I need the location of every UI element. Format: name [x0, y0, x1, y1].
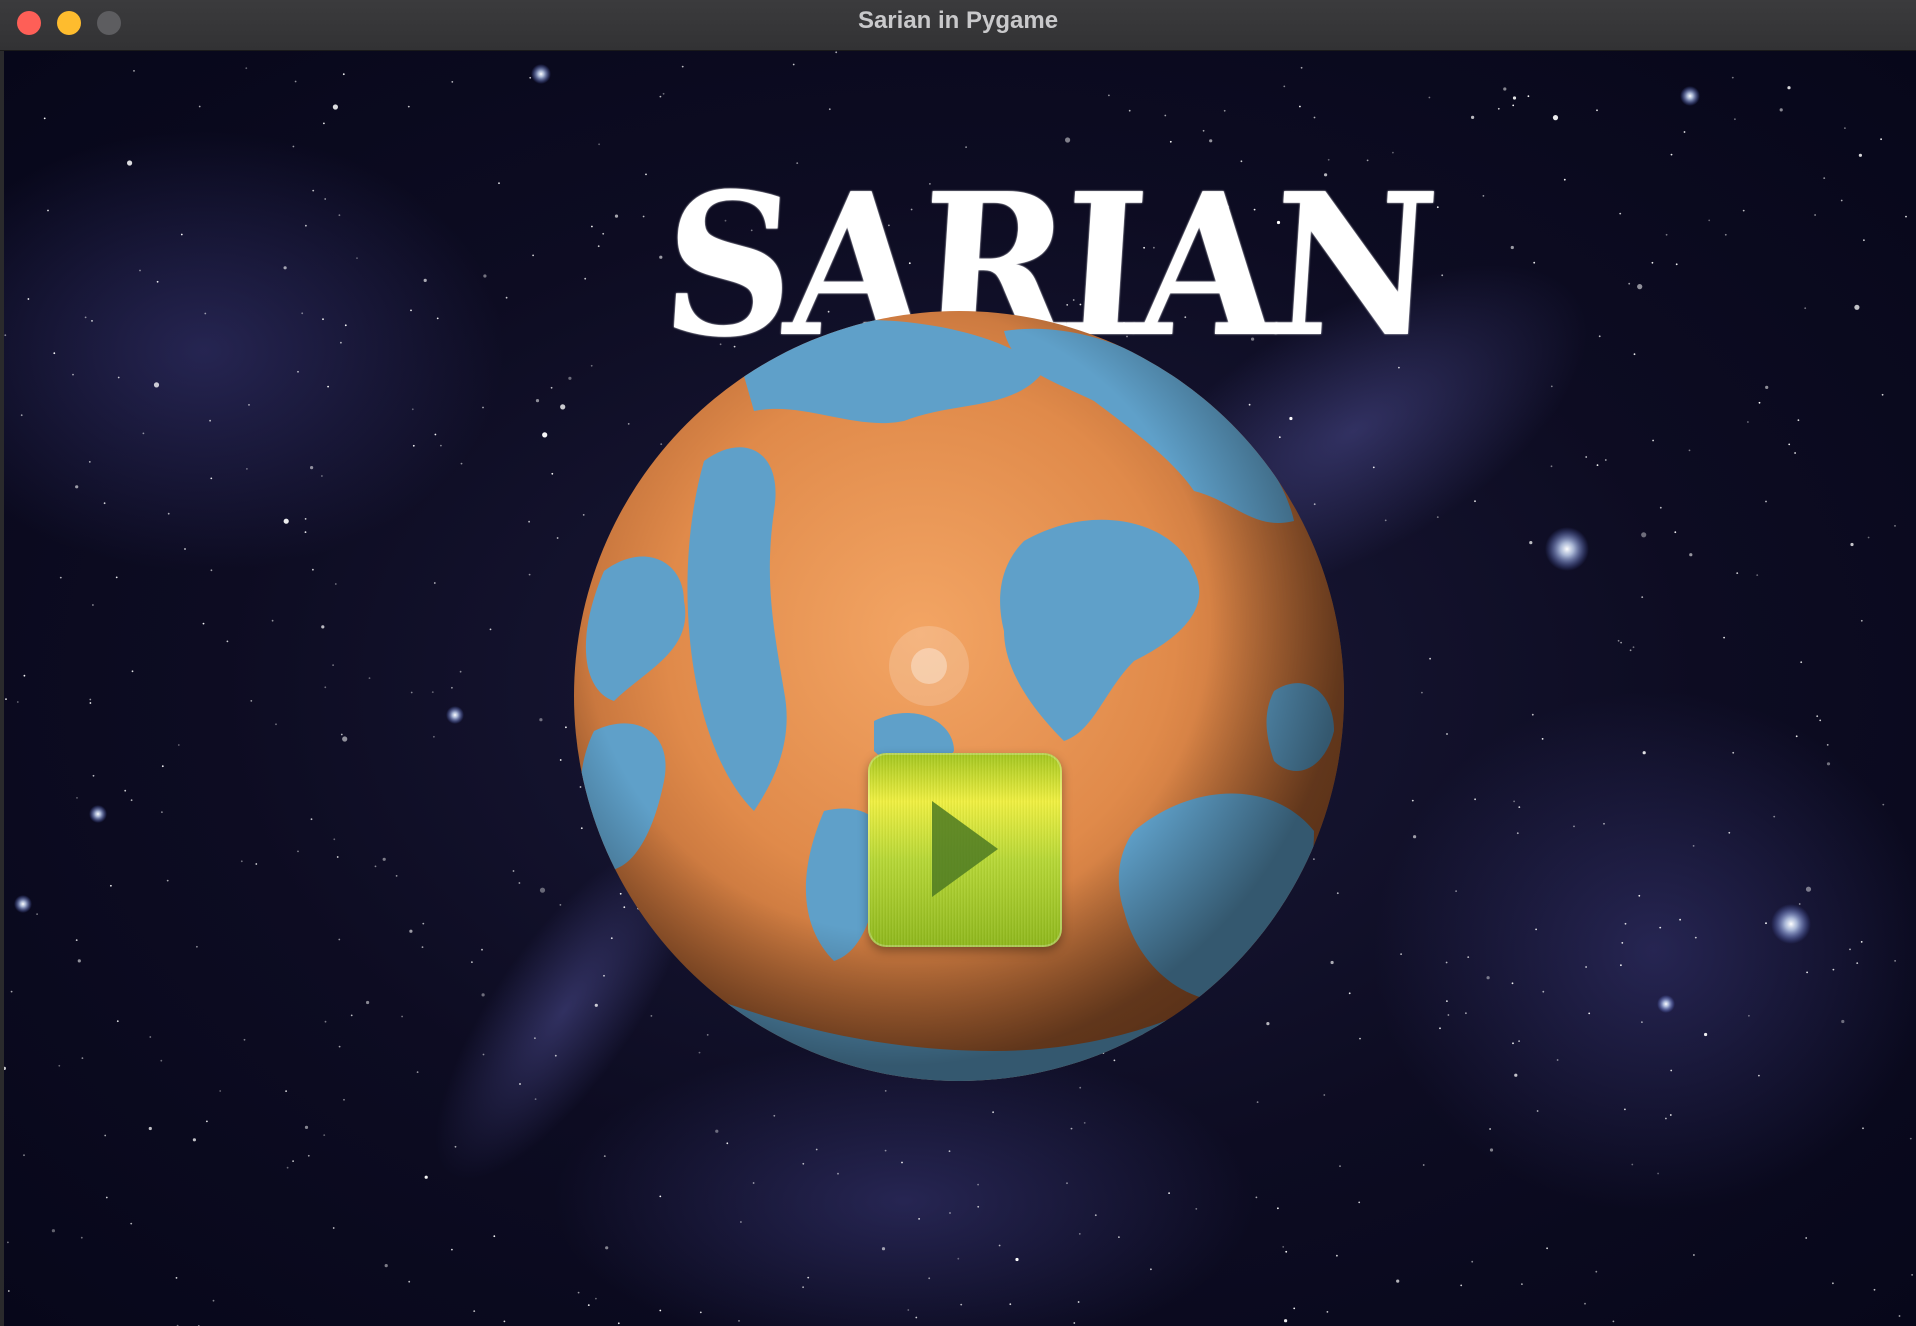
play-button[interactable] — [868, 753, 1062, 947]
title-bar[interactable]: Sarian in Pygame — [0, 0, 1916, 51]
planet-illustration — [574, 311, 1344, 1081]
play-icon — [932, 801, 998, 897]
window-title: Sarian in Pygame — [857, 7, 1059, 34]
game-window: Sarian in Pygame SARIAN — [0, 0, 1916, 1326]
game-canvas[interactable]: SARIAN — [4, 51, 1916, 1326]
